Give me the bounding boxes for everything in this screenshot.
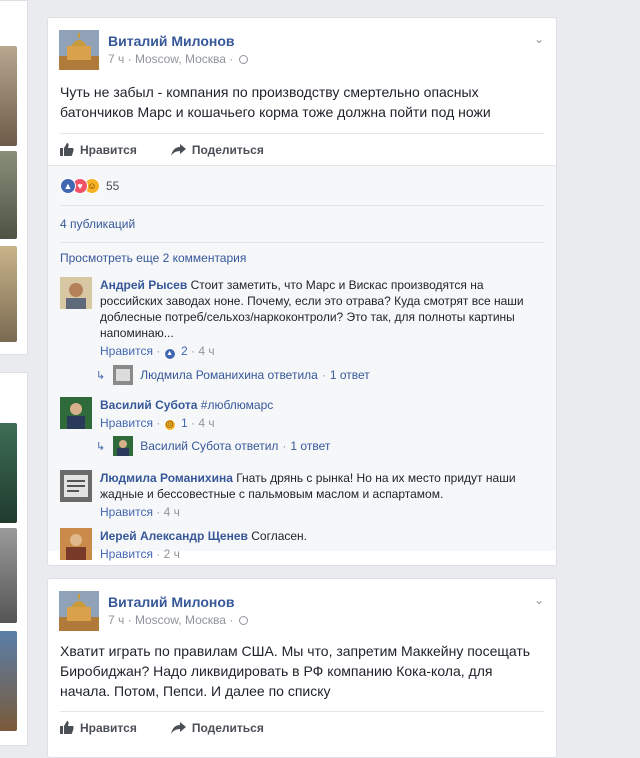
globe-icon xyxy=(238,616,248,625)
replies-link[interactable]: ↳ Людмила Романихина ответила · 1 ответ xyxy=(96,363,544,387)
left-photo[interactable] xyxy=(0,46,17,146)
comment-meta: Нравится · 2 ч xyxy=(100,547,180,561)
left-photo[interactable] xyxy=(0,528,17,623)
comments-section: ▲ ♥ ☺ 55 4 публикаций Просмотреть еще 2 … xyxy=(48,165,556,561)
author-avatar[interactable] xyxy=(59,591,99,631)
comment-meta: Нравится · ☹ 1 · 4 ч xyxy=(100,416,215,431)
reactions-bar[interactable]: ▲ ♥ ☺ 55 xyxy=(60,166,544,206)
post-header: Виталий Милонов 7 ч · Moscow, Москва · ⌄ xyxy=(48,579,556,631)
share-arrow-icon xyxy=(170,721,186,734)
share-button[interactable]: Поделиться xyxy=(170,143,264,157)
post-header: Виталий Милонов 7 ч · Moscow, Москва · ⌄ xyxy=(48,18,556,70)
share-arrow-icon xyxy=(170,143,186,156)
like-button[interactable]: Нравится xyxy=(60,721,137,735)
post-time[interactable]: 7 ч xyxy=(108,613,124,627)
left-card xyxy=(0,0,28,355)
comment-like-link[interactable]: Нравится xyxy=(100,547,153,561)
share-button[interactable]: Поделиться xyxy=(170,721,264,735)
post-location[interactable]: Moscow, Москва xyxy=(135,613,226,627)
author-avatar[interactable] xyxy=(59,30,99,70)
replies-link[interactable]: ↳ Василий Субота ответил · 1 ответ xyxy=(96,434,544,458)
reply-avatar xyxy=(113,365,134,385)
like-reaction-icon: ▲ xyxy=(163,348,176,360)
left-column xyxy=(0,0,30,746)
comment: Людмила Романихина Гнать дрянь с рынка! … xyxy=(60,470,544,520)
left-photo[interactable] xyxy=(0,151,17,239)
left-card xyxy=(0,372,28,746)
post-card: Виталий Милонов 7 ч · Moscow, Москва · ⌄… xyxy=(47,578,557,758)
action-bar: Нравится Поделиться xyxy=(60,711,544,743)
comment: Василий Субота #люблюмарс Нравится · ☹ 1… xyxy=(60,397,544,458)
reply-arrow-icon: ↳ xyxy=(96,440,106,453)
comment-like-link[interactable]: Нравится xyxy=(100,505,153,519)
action-bar: Нравится Поделиться xyxy=(60,133,544,165)
reply-arrow-icon: ↳ xyxy=(96,369,106,382)
comment-meta: Нравится · ▲ 2 · 4 ч xyxy=(100,344,215,360)
post-location[interactable]: Moscow, Москва xyxy=(135,52,226,66)
commenter-avatar[interactable] xyxy=(60,397,92,429)
post-text: Хватит играть по правилам США. Мы что, з… xyxy=(60,643,531,699)
post-text: Чуть не забыл - компания по производству… xyxy=(60,84,491,120)
commenter-avatar[interactable] xyxy=(60,277,92,309)
comment: Иерей Александр Щенев Согласен. Нравится… xyxy=(60,528,544,562)
view-more-comments-link[interactable]: Просмотреть еще 2 комментария xyxy=(60,243,544,273)
sad-reaction-icon: ☹ xyxy=(163,419,176,431)
thumbs-up-icon xyxy=(60,721,74,734)
comment-like-link[interactable]: Нравится xyxy=(100,344,153,358)
comment-like-link[interactable]: Нравится xyxy=(100,416,153,430)
comment-text: Согласен. xyxy=(251,529,307,543)
chevron-down-icon[interactable]: ⌄ xyxy=(534,32,544,46)
commenter-name[interactable]: Василий Субота xyxy=(100,398,197,412)
post-meta: 7 ч · Moscow, Москва · xyxy=(108,52,248,66)
left-photo[interactable] xyxy=(0,631,17,731)
like-reaction-icon: ▲ xyxy=(60,177,76,194)
author-name[interactable]: Виталий Милонов xyxy=(108,594,235,610)
reply-avatar xyxy=(113,436,134,456)
author-name[interactable]: Виталий Милонов xyxy=(108,33,235,49)
commenter-name[interactable]: Андрей Рысев xyxy=(100,278,187,292)
thumbs-up-icon xyxy=(60,143,74,156)
post-time[interactable]: 7 ч xyxy=(108,52,124,66)
commenter-name[interactable]: Людмила Романихина xyxy=(100,471,233,485)
shares-link[interactable]: 4 публикаций xyxy=(60,206,544,243)
commenter-avatar[interactable] xyxy=(60,528,92,560)
globe-icon xyxy=(238,55,248,64)
hashtag-link[interactable]: #люблюмарс xyxy=(201,398,273,412)
left-photo[interactable] xyxy=(0,423,17,523)
post-card: Виталий Милонов 7 ч · Moscow, Москва · ⌄… xyxy=(47,17,557,566)
reaction-count[interactable]: 55 xyxy=(106,179,119,193)
left-photo[interactable] xyxy=(0,246,17,342)
chevron-down-icon[interactable]: ⌄ xyxy=(534,593,544,607)
post-meta: 7 ч · Moscow, Москва · xyxy=(108,613,248,627)
commenter-avatar[interactable] xyxy=(60,470,92,502)
like-button[interactable]: Нравится xyxy=(60,143,137,157)
comment-meta: Нравится · 4 ч xyxy=(100,505,180,519)
comment: Андрей Рысев Стоит заметить, что Марс и … xyxy=(60,277,544,387)
commenter-name[interactable]: Иерей Александр Щенев xyxy=(100,529,248,543)
